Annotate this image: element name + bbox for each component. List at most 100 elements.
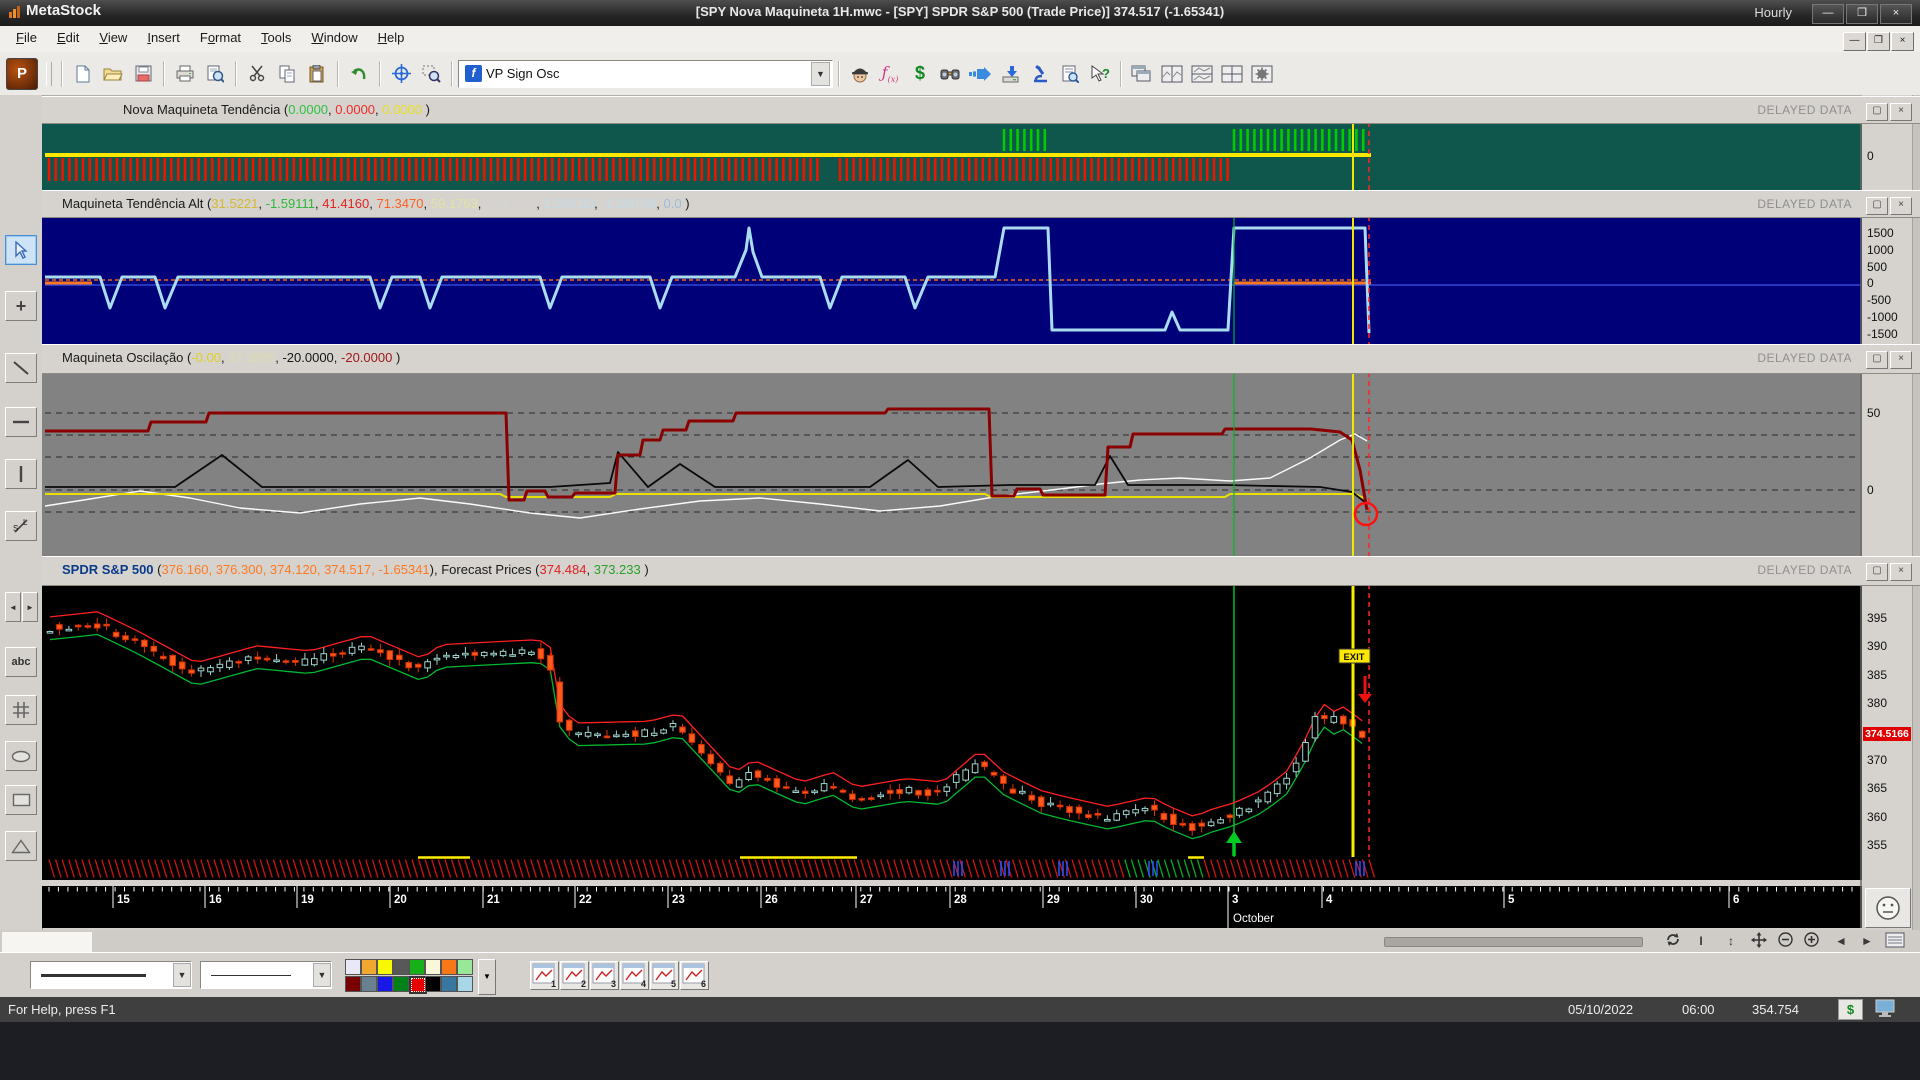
chevron-down-icon[interactable]: ▼: [811, 61, 830, 86]
color-swatch[interactable]: [361, 976, 377, 992]
menu-format[interactable]: Format: [190, 26, 251, 49]
panel-maximize-button[interactable]: ▢: [1866, 563, 1888, 581]
cascade-windows-button[interactable]: [1128, 61, 1156, 87]
save-file-button[interactable]: [129, 61, 157, 87]
page-left-button[interactable]: ◄: [1830, 932, 1852, 950]
color-swatch[interactable]: [393, 976, 409, 992]
color-swatch[interactable]: [377, 959, 393, 975]
color-swatch[interactable]: [457, 959, 473, 975]
move-button[interactable]: [1748, 932, 1770, 950]
panel-close-button[interactable]: ×: [1890, 197, 1912, 215]
color-swatch[interactable]: [441, 976, 457, 992]
custom-indicator-button-4[interactable]: 4: [620, 961, 649, 990]
cut-button[interactable]: [243, 61, 271, 87]
indicator-quicklist-combo[interactable]: f VP Sign Osc ▼: [458, 59, 833, 88]
line-style-selector[interactable]: ▼: [30, 961, 192, 989]
color-swatch[interactable]: [425, 959, 441, 975]
text-tool-tool[interactable]: abc: [5, 647, 37, 677]
chart-area[interactable]: EXIT 15 16 19 20 21 22 23 26 27 28 29 30 3 4 5 6 October: [42, 95, 1862, 930]
power-console-button[interactable]: P: [6, 57, 38, 90]
minimize-button[interactable]: —: [1812, 4, 1844, 24]
bar-button[interactable]: I: [1690, 932, 1712, 950]
color-swatch[interactable]: [345, 959, 361, 975]
page-right-button[interactable]: ►: [1856, 932, 1878, 950]
vertical-line-tool[interactable]: [5, 459, 37, 489]
triangle-tool-tool[interactable]: [5, 831, 37, 861]
pointer-tool[interactable]: [5, 235, 37, 265]
menu-edit[interactable]: Edit: [47, 26, 89, 49]
panel-maximize-button[interactable]: ▢: [1866, 197, 1888, 215]
forecaster-button[interactable]: [966, 61, 994, 87]
crosshair-tool[interactable]: +: [5, 291, 37, 321]
trendline-tool[interactable]: [5, 353, 37, 383]
tile-quad-button[interactable]: [1218, 61, 1246, 87]
custom-indicator-button-5[interactable]: 5: [650, 961, 679, 990]
panel-close-button[interactable]: ×: [1890, 351, 1912, 369]
zoom-out-button[interactable]: [1774, 932, 1796, 950]
ellipse-tool-tool[interactable]: [5, 741, 37, 771]
microscope-button[interactable]: [1026, 61, 1054, 87]
vertical-fit-button[interactable]: ↕: [1720, 932, 1742, 950]
dollar-status-icon[interactable]: $: [1838, 999, 1863, 1020]
zoom-in-button[interactable]: [1800, 932, 1822, 950]
rectangle-tool-tool[interactable]: [5, 785, 37, 815]
color-swatch[interactable]: [441, 959, 457, 975]
open-file-button[interactable]: [99, 61, 127, 87]
undo-button[interactable]: [345, 61, 373, 87]
panel-maximize-button[interactable]: ▢: [1866, 351, 1888, 369]
custom-indicator-button-2[interactable]: 2: [560, 961, 589, 990]
smiley-corner-button[interactable]: [1865, 888, 1911, 928]
palette-dropdown-arrow[interactable]: ▼: [478, 959, 496, 995]
panel-maximize-button[interactable]: ▢: [1866, 103, 1888, 121]
report-button[interactable]: [1056, 61, 1084, 87]
custom-indicator-button-3[interactable]: 3: [590, 961, 619, 990]
menu-insert[interactable]: Insert: [137, 26, 190, 49]
panel-close-button[interactable]: ×: [1890, 563, 1912, 581]
menu-file[interactable]: File: [6, 26, 47, 49]
scrollbar-thumb[interactable]: [1384, 937, 1643, 947]
color-swatch[interactable]: [409, 959, 425, 975]
color-swatch[interactable]: [457, 976, 473, 992]
downloader-button[interactable]: [996, 61, 1024, 87]
custom-indicator-button-6[interactable]: 6: [680, 961, 709, 990]
new-file-button[interactable]: [69, 61, 97, 87]
menu-help[interactable]: Help: [368, 26, 415, 49]
scroll-right-button[interactable]: ►: [22, 592, 38, 622]
connection-monitor-icon[interactable]: [1872, 999, 1900, 1019]
menu-window[interactable]: Window: [301, 26, 367, 49]
copy-button[interactable]: [273, 61, 301, 87]
properties-button[interactable]: [1884, 932, 1906, 950]
indicator-builder-button[interactable]: ƒ(x): [876, 61, 904, 87]
menu-tools[interactable]: Tools: [251, 26, 301, 49]
line-weight-selector[interactable]: ▼: [200, 961, 332, 989]
help-pointer-button[interactable]: ?: [1086, 61, 1114, 87]
chart-options-button[interactable]: [1248, 61, 1276, 87]
color-swatch[interactable]: [425, 976, 441, 992]
color-swatch[interactable]: [361, 959, 377, 975]
child-close-button[interactable]: ×: [1891, 32, 1914, 51]
color-swatch[interactable]: [345, 976, 361, 992]
print-button[interactable]: [171, 61, 199, 87]
zoom-select-button[interactable]: [417, 61, 445, 87]
semilog-line-tool[interactable]: SL: [5, 511, 37, 541]
horizontal-line-tool[interactable]: [5, 407, 37, 437]
child-restore-button[interactable]: ❐: [1867, 32, 1890, 51]
explorer-button[interactable]: [936, 61, 964, 87]
color-swatch[interactable]: [393, 959, 409, 975]
system-tester-button[interactable]: $: [906, 61, 934, 87]
menu-view[interactable]: View: [89, 26, 137, 49]
color-swatch[interactable]: [377, 976, 393, 992]
custom-indicator-button-1[interactable]: 1: [530, 961, 559, 990]
child-minimize-button[interactable]: —: [1843, 32, 1866, 51]
expert-advisor-button[interactable]: [846, 61, 874, 87]
tile-horizontal-button[interactable]: [1188, 61, 1216, 87]
grid-tool-tool[interactable]: [5, 695, 37, 725]
scroll-left-button[interactable]: ◄: [5, 592, 21, 622]
refresh-button[interactable]: [1662, 932, 1684, 950]
tile-vertical-button[interactable]: [1158, 61, 1186, 87]
panel-close-button[interactable]: ×: [1890, 103, 1912, 121]
close-button[interactable]: ×: [1880, 4, 1912, 24]
crosshair-target-button[interactable]: [387, 61, 415, 87]
restore-button[interactable]: ❐: [1846, 4, 1878, 24]
print-preview-button[interactable]: [201, 61, 229, 87]
